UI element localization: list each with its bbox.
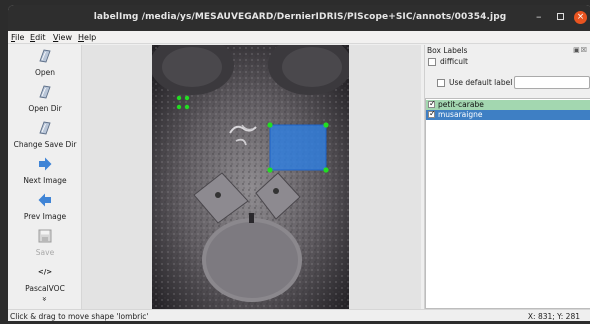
app-window: labelImg /media/ys/MESAUVEGARD/DernierID…: [8, 5, 590, 321]
default-label-input[interactable]: [514, 76, 590, 89]
menu-file[interactable]: File: [11, 33, 24, 42]
image-canvas[interactable]: [82, 45, 421, 309]
arrow-right-icon: [8, 155, 82, 173]
status-message: Click & drag to move shape 'lombric': [10, 312, 149, 321]
folder-open-icon: [8, 83, 82, 101]
use-default-label-text: Use default label: [449, 78, 513, 87]
save-label: Save: [35, 248, 55, 257]
open-dir-label: Open Dir: [28, 104, 62, 113]
save-button[interactable]: Save: [8, 227, 82, 257]
cursor-coordinates: X: 831; Y: 281: [527, 312, 580, 321]
maximize-button[interactable]: [557, 13, 564, 20]
difficult-label: difficult: [440, 57, 468, 66]
label-name: musaraigne: [438, 110, 483, 119]
label-list: petit-carabe musaraigne: [425, 98, 590, 309]
label-row-musaraigne[interactable]: musaraigne: [426, 109, 590, 120]
more-tools-button[interactable]: »: [8, 294, 82, 304]
box-labels-dock: Box Labels ▣☒ difficult Use default labe…: [424, 45, 590, 309]
title-bar: labelImg /media/ys/MESAUVEGARD/DernierID…: [8, 5, 590, 31]
minimize-button[interactable]: –: [536, 10, 542, 23]
label-visibility-checkbox[interactable]: [428, 99, 436, 108]
menu-edit[interactable]: Edit: [30, 33, 46, 42]
dock-window-buttons[interactable]: ▣☒: [573, 46, 588, 54]
prev-image-label: Prev Image: [23, 212, 67, 221]
folder-open-icon: [8, 47, 82, 65]
use-default-label-checkbox[interactable]: [437, 79, 445, 87]
label-row-petit-carabe[interactable]: petit-carabe: [426, 99, 590, 110]
menu-view[interactable]: View: [53, 33, 72, 42]
open-button[interactable]: Open: [8, 47, 82, 77]
left-toolbar: Open Open Dir Change Save Dir Next Image…: [8, 45, 82, 309]
difficult-checkbox[interactable]: [428, 58, 436, 66]
open-dir-button[interactable]: Open Dir: [8, 83, 82, 113]
dock-title: Box Labels: [427, 46, 468, 55]
close-button[interactable]: ×: [574, 11, 587, 24]
status-bar: Click & drag to move shape 'lombric' X: …: [8, 309, 590, 321]
folder-open-icon: [8, 119, 82, 137]
window-title: labelImg /media/ys/MESAUVEGARD/DernierID…: [93, 12, 507, 22]
arrow-left-icon: [8, 191, 82, 209]
next-image-button[interactable]: Next Image: [8, 155, 82, 185]
label-name: petit-carabe: [438, 100, 484, 109]
label-visibility-checkbox[interactable]: [428, 109, 436, 118]
annotated-photo: [152, 45, 349, 309]
change-save-dir-button[interactable]: Change Save Dir: [8, 119, 82, 149]
next-image-label: Next Image: [23, 176, 67, 185]
change-save-dir-label: Change Save Dir: [13, 140, 77, 149]
open-label: Open: [34, 68, 56, 77]
floppy-disk-icon: [8, 227, 82, 245]
prev-image-button[interactable]: Prev Image: [8, 191, 82, 221]
menu-bar: File Edit View Help: [8, 31, 590, 44]
menu-help[interactable]: Help: [78, 33, 96, 42]
